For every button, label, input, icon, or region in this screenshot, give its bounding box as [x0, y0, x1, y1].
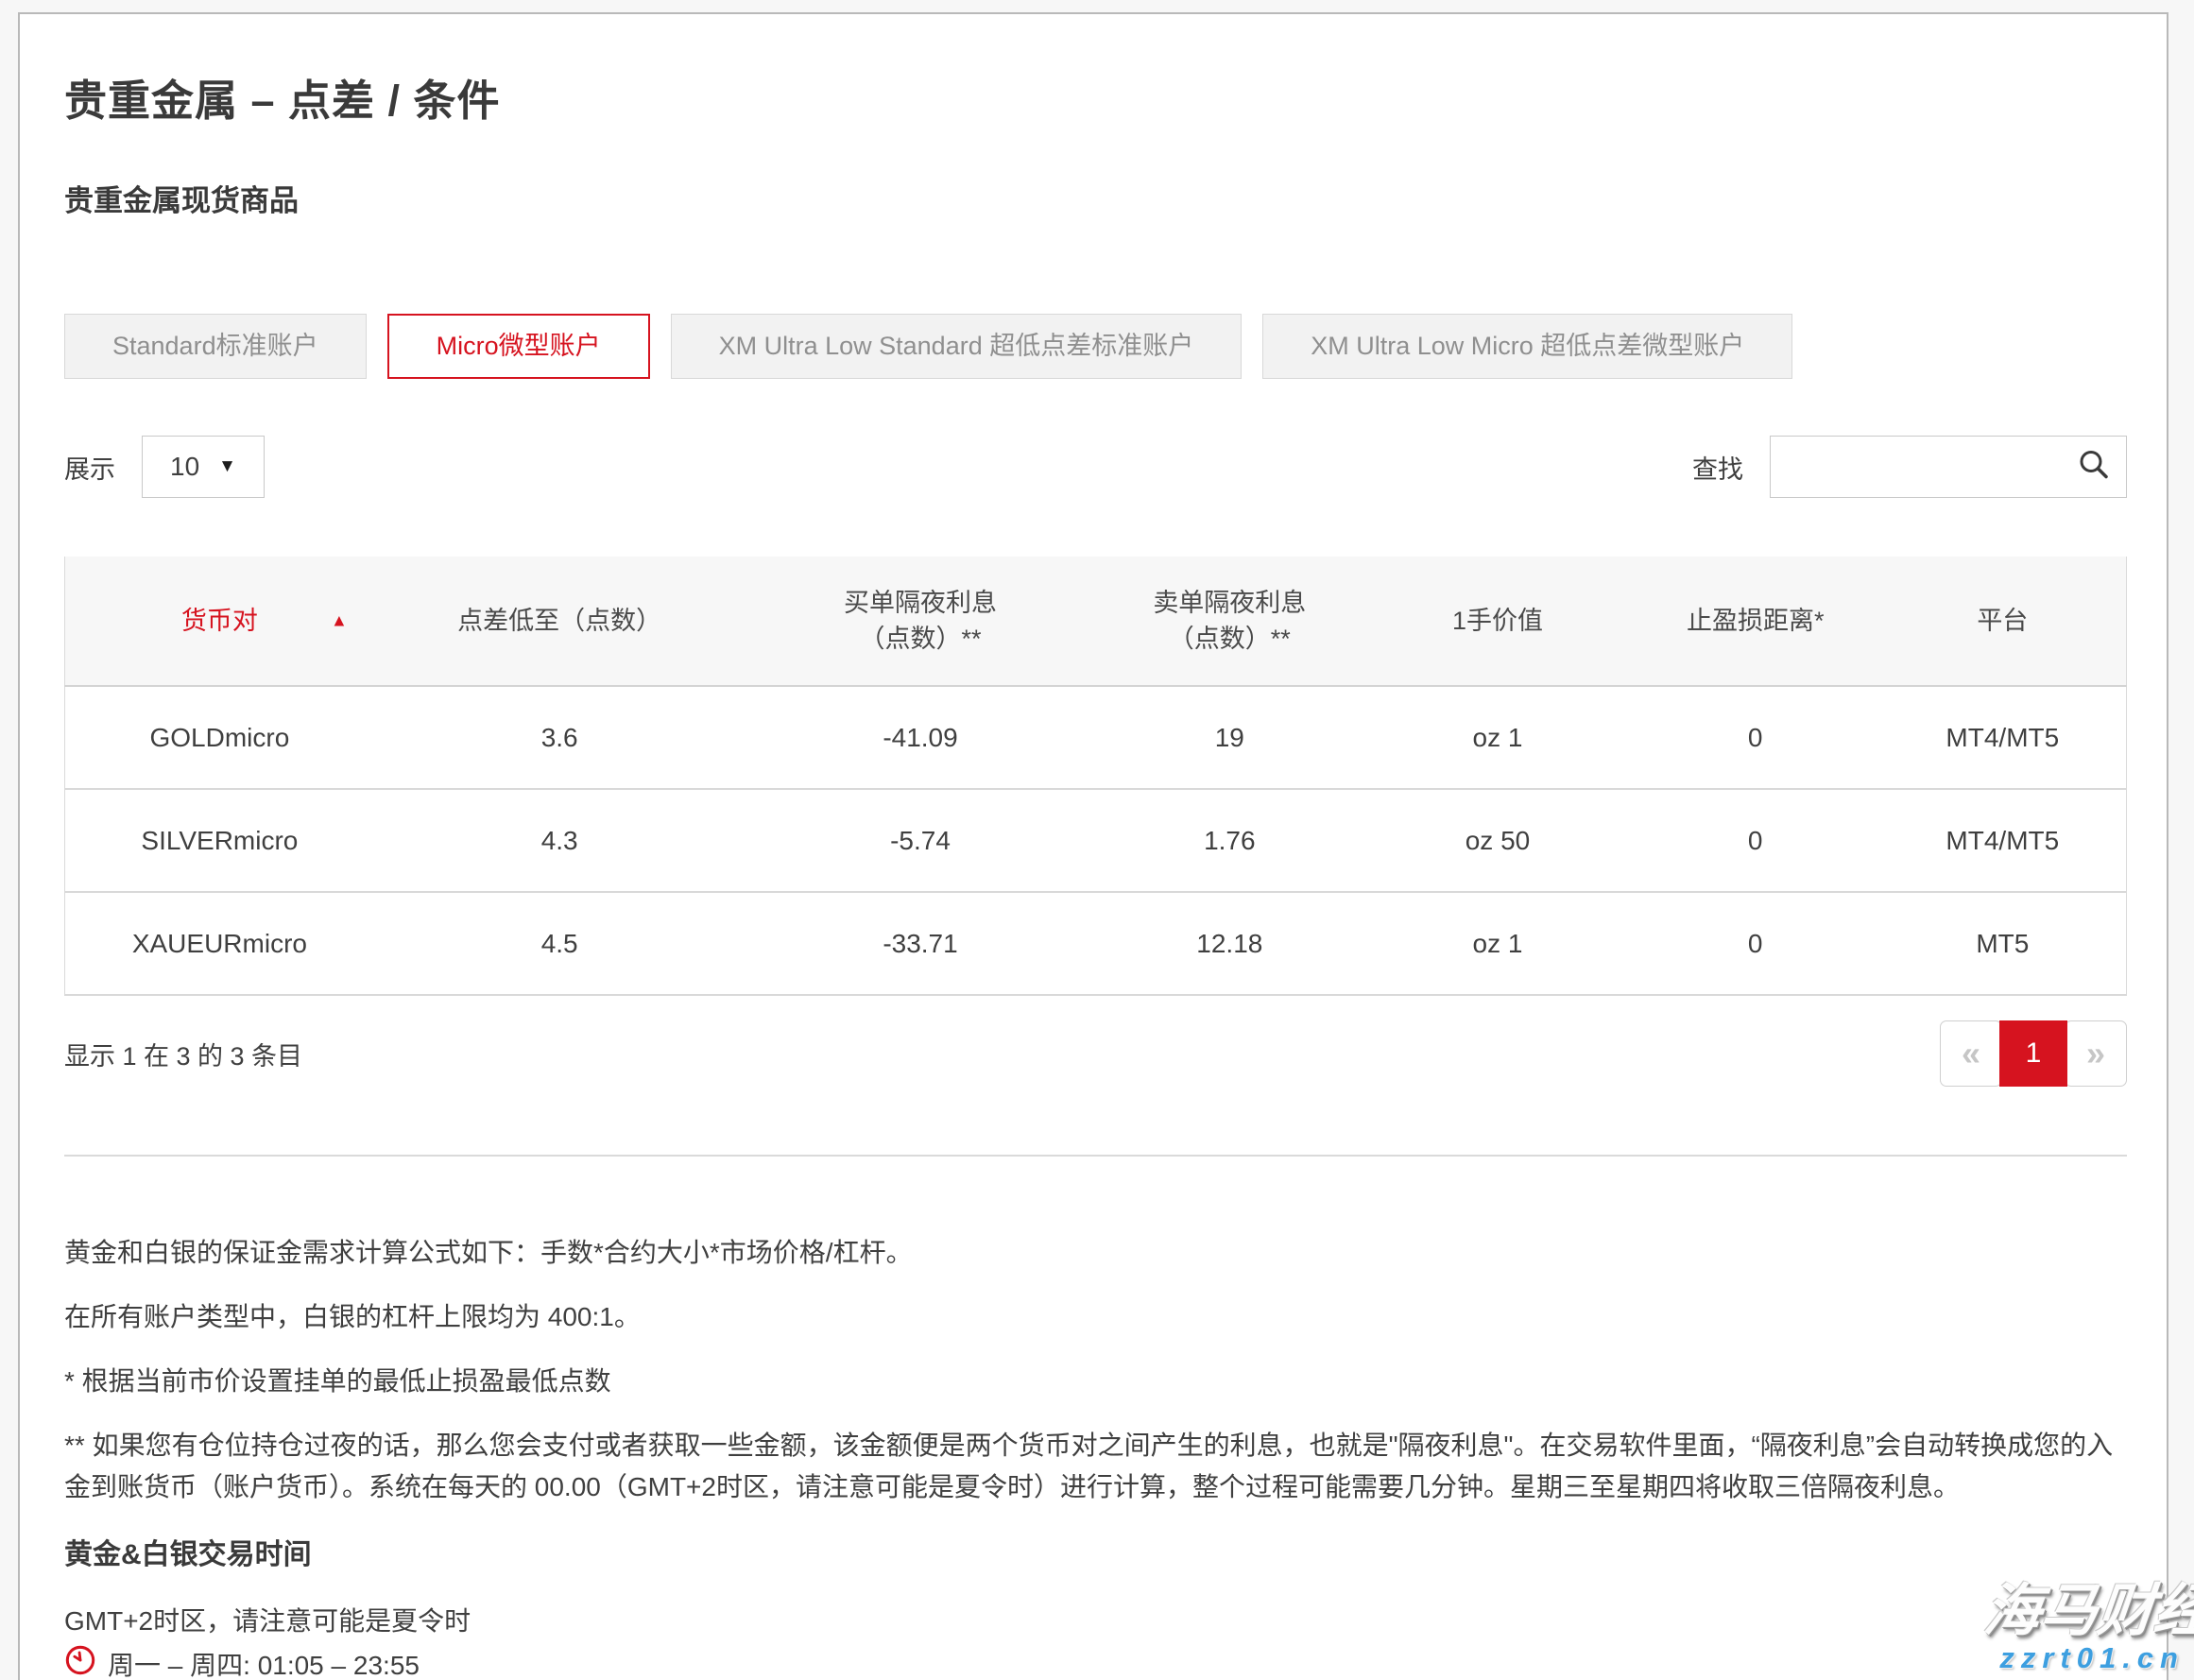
table-row: SILVERmicro 4.3 -5.74 1.76 oz 50 0 MT4/M…: [65, 789, 2127, 892]
entries-summary: 显示 1 在 3 的 3 条目: [64, 1036, 302, 1072]
header-swap-long[interactable]: 买单隔夜利息 （点数）**: [746, 557, 1096, 686]
header-lot-value[interactable]: 1手价值: [1363, 557, 1632, 686]
instruments-table: 货币对 ▲ 点差低至（点数） 买单隔夜利息 （点数）** 卖单隔夜利息: [64, 557, 2127, 996]
page-subtitle: 贵重金属现货商品: [64, 177, 2127, 219]
search-icon: [2077, 448, 2111, 487]
notes-section: 黄金和白银的保证金需求计算公式如下：手数*合约大小*市场价格/杠杆。 在所有账户…: [64, 1232, 2127, 1508]
table-header-row: 货币对 ▲ 点差低至（点数） 买单隔夜利息 （点数）** 卖单隔夜利息: [65, 557, 2127, 686]
page-size-control: 展示 10 ▼: [64, 436, 265, 498]
timezone-note: GMT+2时区，请注意可能是夏令时: [64, 1601, 2127, 1638]
cell-platform: MT4/MT5: [1879, 686, 2127, 789]
pagination-prev-button[interactable]: «: [1940, 1020, 2002, 1087]
chevron-down-icon: ▼: [218, 456, 236, 477]
tab-ultra-low-standard-account[interactable]: XM Ultra Low Standard 超低点差标准账户: [671, 314, 1243, 379]
pagination-next-button[interactable]: »: [2065, 1020, 2127, 1087]
sort-asc-icon: ▲: [331, 611, 348, 631]
table-row: GOLDmicro 3.6 -41.09 19 oz 1 0 MT4/MT5: [65, 686, 2127, 789]
page-size-value: 10: [170, 452, 199, 482]
cell-currency-pair: GOLDmicro: [65, 686, 374, 789]
table-footer: 显示 1 在 3 的 3 条目 « 1 »: [64, 1020, 2127, 1087]
note-silver-leverage: 在所有账户类型中，白银的杠杆上限均为 400:1。: [64, 1296, 2127, 1338]
cell-spread: 4.3: [374, 789, 746, 892]
cell-sl-tp-distance: 0: [1632, 789, 1879, 892]
account-type-tabs: Standard标准账户 Micro微型账户 XM Ultra Low Stan…: [64, 314, 2127, 379]
cell-swap-long: -5.74: [746, 789, 1096, 892]
search-control: 查找: [1692, 436, 2127, 498]
cell-sl-tp-distance: 0: [1632, 686, 1879, 789]
search-box: [1770, 436, 2127, 498]
page-title: 贵重金属 – 点差 / 条件: [64, 66, 2127, 128]
page: 贵重金属 – 点差 / 条件 贵重金属现货商品 Standard标准账户 Mic…: [0, 0, 2194, 1680]
cell-swap-long: -33.71: [746, 892, 1096, 995]
note-swap-explanation: ** 如果您有仓位持仓过夜的话，那么您会支付或者获取一些金额，该金额便是两个货币…: [64, 1425, 2127, 1508]
page-size-select[interactable]: 10 ▼: [142, 436, 265, 498]
cell-lot-value: oz 1: [1363, 686, 1632, 789]
cell-sl-tp-distance: 0: [1632, 892, 1879, 995]
header-swap-short[interactable]: 卖单隔夜利息 （点数）**: [1095, 557, 1363, 686]
tab-ultra-low-micro-account[interactable]: XM Ultra Low Micro 超低点差微型账户: [1262, 314, 1792, 379]
cell-swap-long: -41.09: [746, 686, 1096, 789]
content-panel: 贵重金属 – 点差 / 条件 贵重金属现货商品 Standard标准账户 Mic…: [18, 12, 2168, 1680]
pagination: « 1 »: [1940, 1020, 2127, 1087]
tab-standard-account[interactable]: Standard标准账户: [64, 314, 367, 379]
cell-spread: 3.6: [374, 686, 746, 789]
search-label: 查找: [1692, 449, 1743, 486]
cell-currency-pair: SILVERmicro: [65, 789, 374, 892]
cell-lot-value: oz 50: [1363, 789, 1632, 892]
cell-lot-value: oz 1: [1363, 892, 1632, 995]
section-divider: [64, 1155, 2127, 1157]
header-spread-low[interactable]: 点差低至（点数）: [374, 557, 746, 686]
note-min-stop-level: * 根据当前市价设置挂单的最低止损盈最低点数: [64, 1361, 2127, 1402]
clock-icon: [64, 1644, 96, 1680]
cell-swap-short: 19: [1095, 686, 1363, 789]
trading-hours-heading: 黄金&白银交易时间: [64, 1531, 2127, 1572]
tab-micro-account[interactable]: Micro微型账户: [387, 314, 650, 379]
header-sl-tp-distance[interactable]: 止盈损距离*: [1632, 557, 1879, 686]
cell-currency-pair: XAUEURmicro: [65, 892, 374, 995]
cell-swap-short: 12.18: [1095, 892, 1363, 995]
table-row: XAUEURmicro 4.5 -33.71 12.18 oz 1 0 MT5: [65, 892, 2127, 995]
note-margin-formula: 黄金和白银的保证金需求计算公式如下：手数*合约大小*市场价格/杠杆。: [64, 1232, 2127, 1274]
trading-hours-weekdays-text: 周一 – 周四: 01:05 – 23:55: [108, 1647, 420, 1680]
table-controls: 展示 10 ▼ 查找: [64, 436, 2127, 498]
header-platform[interactable]: 平台: [1879, 557, 2127, 686]
trading-hours-weekdays: 周一 – 周四: 01:05 – 23:55: [64, 1644, 2127, 1680]
cell-spread: 4.5: [374, 892, 746, 995]
cell-platform: MT4/MT5: [1879, 789, 2127, 892]
cell-platform: MT5: [1879, 892, 2127, 995]
pagination-page-1-button[interactable]: 1: [1999, 1020, 2067, 1087]
search-input[interactable]: [1771, 437, 2126, 497]
cell-swap-short: 1.76: [1095, 789, 1363, 892]
header-currency-pair[interactable]: 货币对 ▲: [65, 557, 374, 686]
show-label: 展示: [64, 449, 115, 486]
